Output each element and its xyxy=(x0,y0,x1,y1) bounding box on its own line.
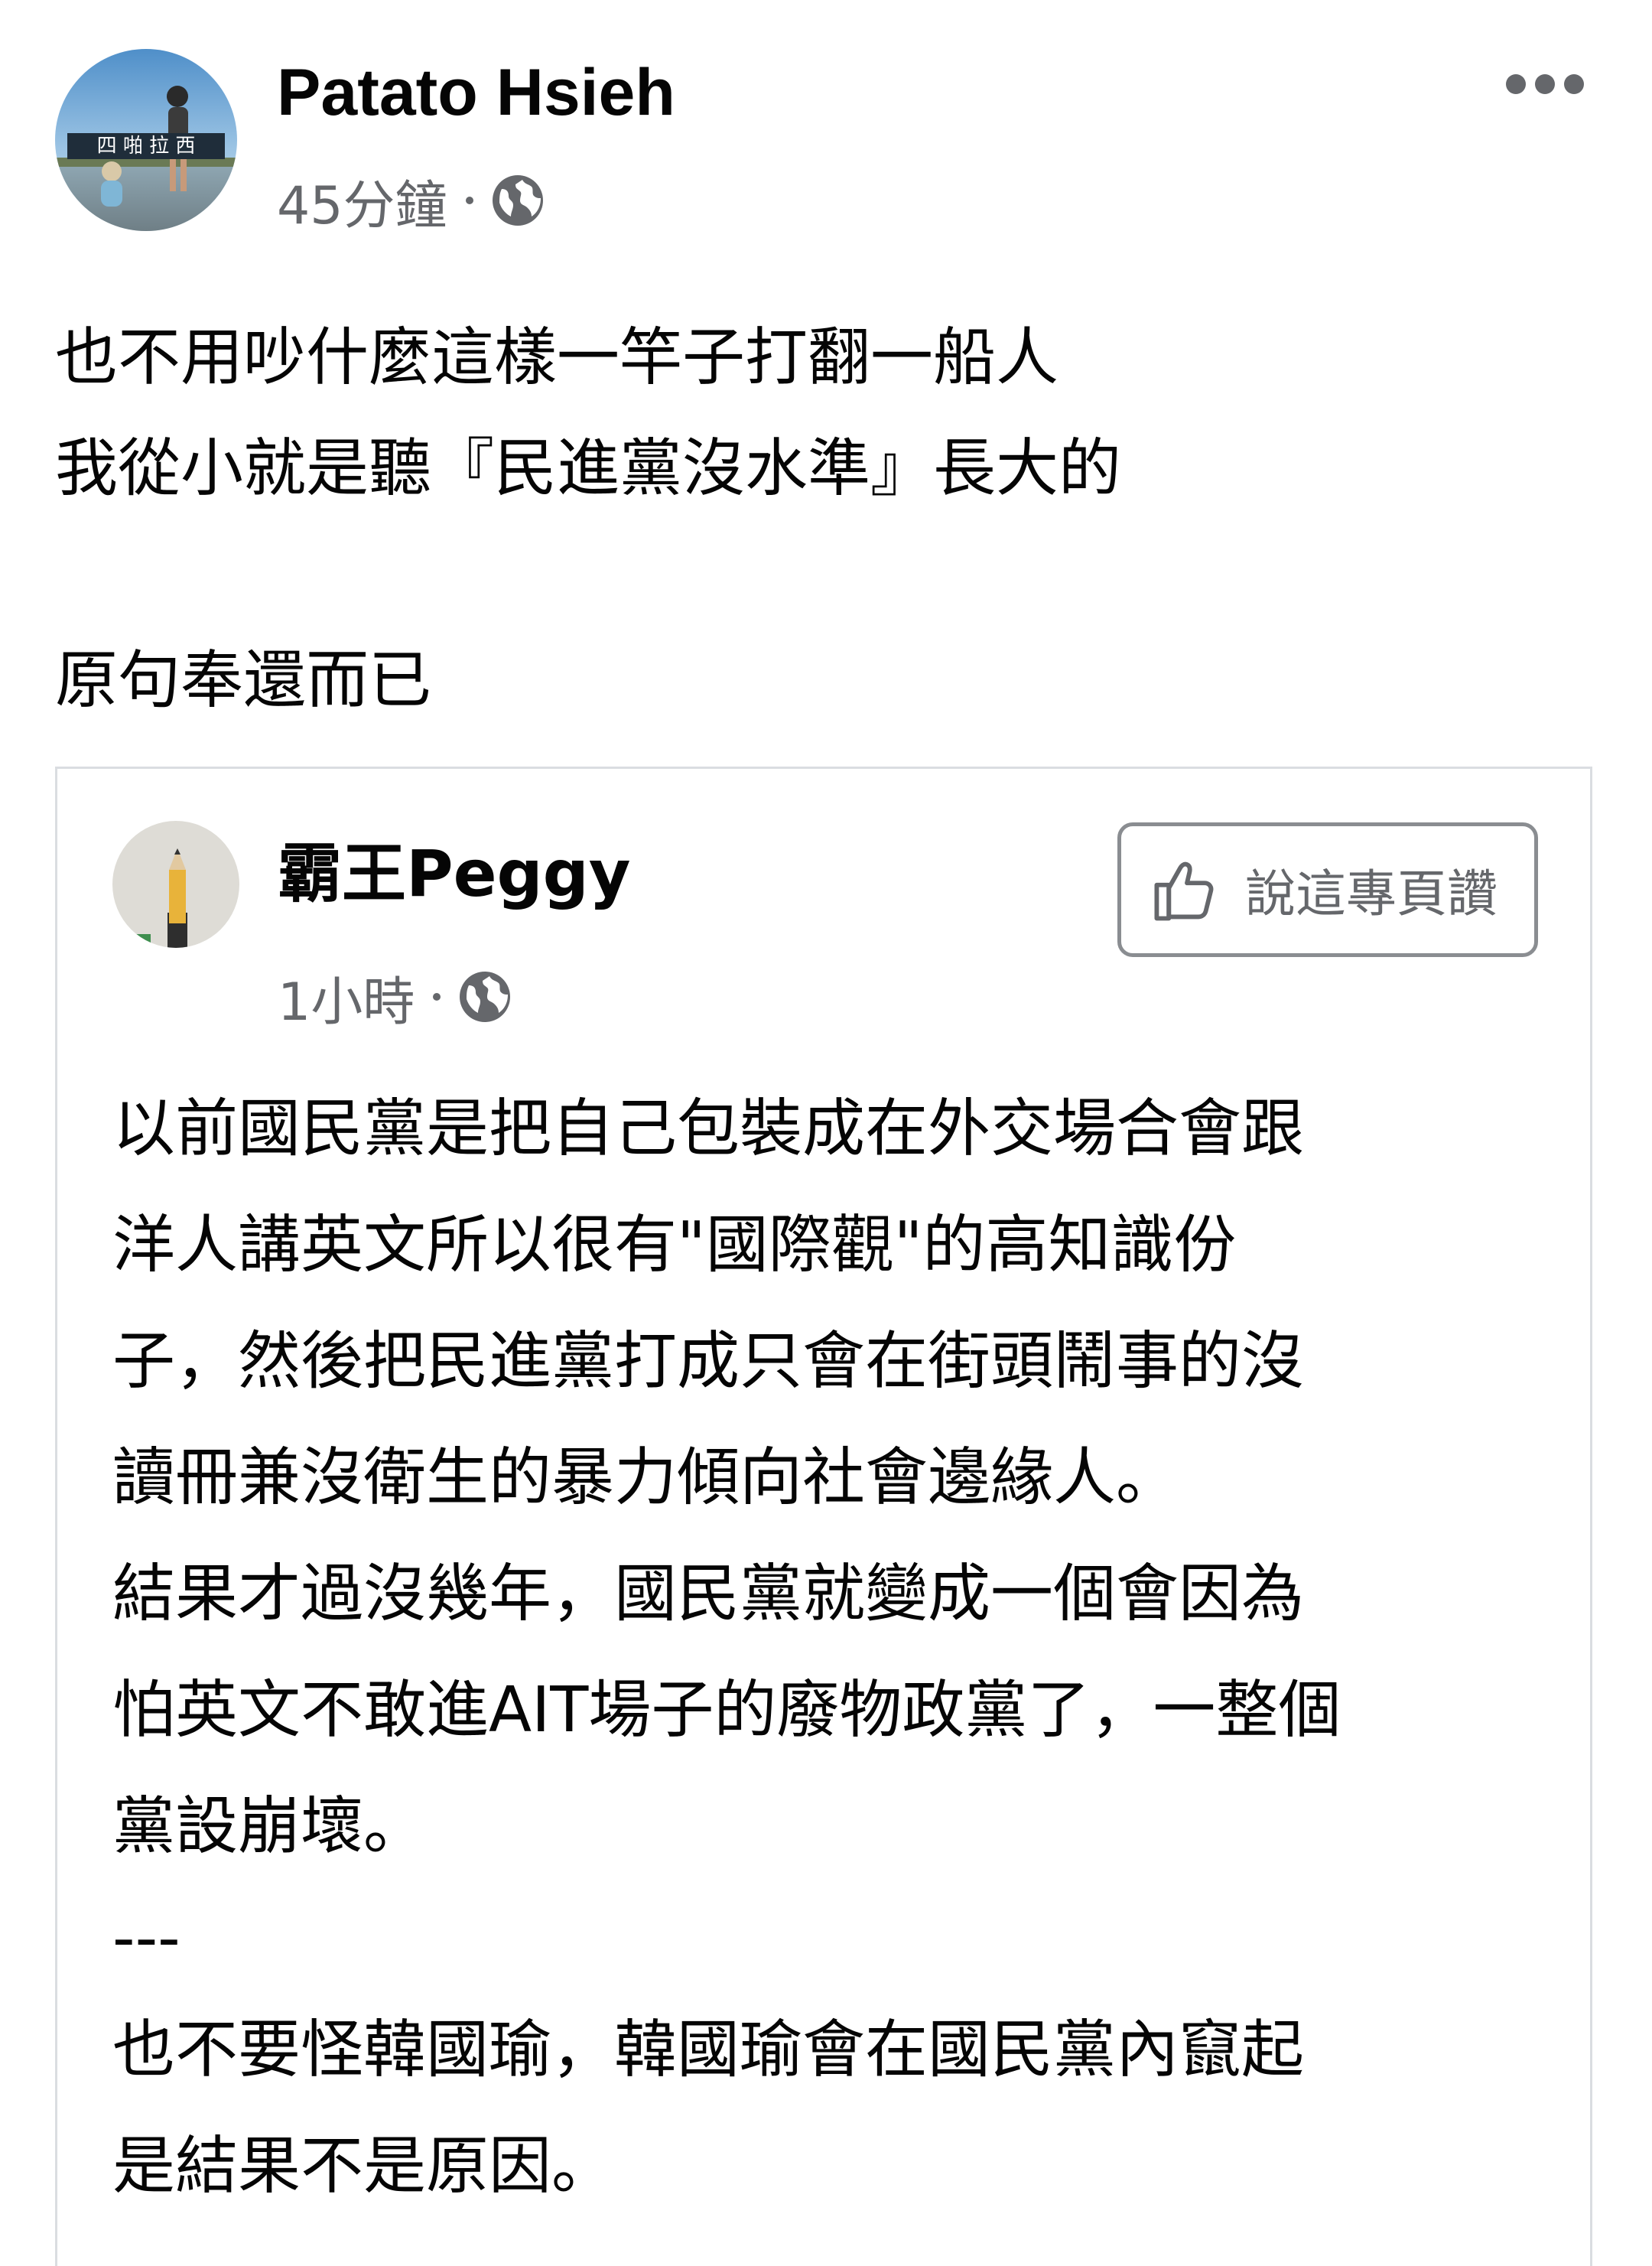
globe-icon[interactable] xyxy=(490,173,545,228)
post-text-line: 也不用吵什麼這樣一竿子打翻一船人 xyxy=(55,321,1059,394)
shared-text-line: 結果才過沒幾年，國民黨就變成一個會因為 xyxy=(112,1558,1305,1630)
shared-post-card[interactable]: 霸王Peggy 1小時 說這專頁讚 以前國民黨是把自己包裝成在外交場合會跟 洋人… xyxy=(55,767,1592,2266)
more-dot xyxy=(1506,74,1526,94)
shared-text-line: 也不要怪韓國瑜，韓國瑜會在國民黨內竄起 xyxy=(112,2014,1305,2086)
more-options-button[interactable] xyxy=(1484,54,1606,115)
more-dot xyxy=(1535,74,1555,94)
shared-post-meta: 1小時 xyxy=(278,959,512,1035)
shared-text-line: 以前國民黨是把自己包裝成在外交場合會跟 xyxy=(112,1092,1305,1165)
thumbs-up-icon xyxy=(1154,861,1214,921)
more-dot xyxy=(1564,74,1584,94)
shared-text-line: 洋人講英文所以很有"國際觀"的高知識份 xyxy=(112,1209,1237,1281)
meta-separator-dot xyxy=(433,993,441,1001)
shared-text-separator: --- xyxy=(112,1902,180,1975)
shared-post-timestamp[interactable]: 1小時 xyxy=(278,959,415,1035)
shared-author-avatar[interactable] xyxy=(112,821,239,948)
author-avatar[interactable]: 四 啪 拉 西 xyxy=(55,49,237,231)
post-meta: 45分鐘 xyxy=(277,162,545,239)
post-text-line: 我從小就是聽『民進黨沒水準』長大的 xyxy=(55,432,1122,505)
shared-text-line: 黨設崩壞。 xyxy=(112,1790,427,1863)
like-page-label: 說這專頁讚 xyxy=(1245,864,1498,923)
meta-separator-dot xyxy=(465,197,473,204)
shared-author-name[interactable]: 霸王Peggy xyxy=(278,832,631,916)
post-text-line: 原句奉還而已 xyxy=(55,644,432,717)
shared-post-text: 以前國民黨是把自己包裝成在外交場合會跟 洋人講英文所以很有"國際觀"的高知識份 … xyxy=(112,1071,1581,2225)
globe-icon[interactable] xyxy=(457,969,512,1024)
post-timestamp[interactable]: 45分鐘 xyxy=(277,163,447,239)
post-text-blank-line xyxy=(55,524,1608,625)
shared-text-line: 讀冊兼沒衛生的暴力傾向社會邊緣人。 xyxy=(112,1441,1179,1514)
avatar-caption: 四 啪 拉 西 xyxy=(67,133,225,159)
like-page-button[interactable]: 說這專頁讚 xyxy=(1117,822,1538,957)
author-name[interactable]: Patato Hsieh xyxy=(277,50,675,135)
shared-text-line: 是結果不是原因。 xyxy=(112,2130,615,2203)
pencil-avatar-image xyxy=(112,821,239,948)
post-text: 也不用吵什麼這樣一竿子打翻一船人 我從小就是聽『民進黨沒水準』長大的 原句奉還而… xyxy=(55,302,1608,736)
shared-text-line: 怕英文不敢進AIT場子的廢物政黨了，一整個 xyxy=(112,1674,1341,1747)
shared-text-line: 子，然後把民進黨打成只會在街頭鬧事的沒 xyxy=(112,1325,1305,1398)
